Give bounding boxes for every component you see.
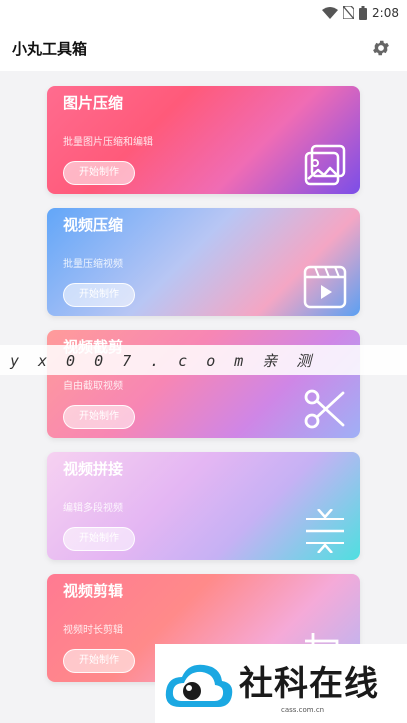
start-button[interactable]: 开始制作	[63, 161, 135, 185]
logo-url: cass.com.cn	[281, 706, 325, 714]
card-image-compress[interactable]: 图片压缩 批量图片压缩和编辑 开始制作	[47, 86, 360, 194]
app-title: 小丸工具箱	[12, 39, 88, 58]
scissors-icon	[304, 389, 345, 429]
merge-arrows-icon	[306, 509, 344, 553]
card-title: 视频剪辑	[63, 582, 124, 600]
card-title: 图片压缩	[63, 94, 124, 112]
no-sim-icon	[343, 6, 355, 19]
cloud-eye-logo-icon	[165, 664, 233, 707]
card-description: 编辑多段视频	[63, 503, 123, 514]
status-bar: 2:08	[0, 0, 407, 25]
tool-list: 图片压缩 批量图片压缩和编辑 开始制作 视频压缩 批量压缩视频 开始制作 视频截…	[47, 86, 360, 696]
battery-icon	[359, 5, 368, 20]
card-video-compress[interactable]: 视频压缩 批量压缩视频 开始制作	[47, 208, 360, 316]
card-description: 批量压缩视频	[63, 259, 123, 270]
card-title: 视频拼接	[63, 460, 124, 478]
card-description: 视频时长剪辑	[63, 625, 123, 636]
card-video-merge[interactable]: 视频拼接 编辑多段视频 开始制作	[47, 452, 360, 560]
start-button[interactable]: 开始制作	[63, 527, 135, 551]
card-description: 自由截取视频	[63, 381, 123, 392]
image-gallery-icon	[304, 144, 346, 186]
start-button[interactable]: 开始制作	[63, 405, 135, 429]
card-description: 批量图片压缩和编辑	[63, 137, 153, 148]
start-button[interactable]: 开始制作	[63, 649, 135, 673]
start-button[interactable]: 开始制作	[63, 283, 135, 307]
gear-icon	[373, 40, 389, 56]
settings-button[interactable]	[369, 36, 393, 60]
logo-text: 社科在线	[239, 664, 379, 704]
status-time: 2:08	[372, 5, 399, 20]
card-title: 视频压缩	[63, 216, 124, 234]
watermark-text: yx007.com亲测	[0, 345, 407, 375]
video-play-icon	[303, 265, 347, 309]
site-logo: 社科在线 cass.com.cn	[155, 644, 407, 723]
wifi-icon	[322, 6, 339, 19]
app-bar: 小丸工具箱	[0, 25, 407, 71]
